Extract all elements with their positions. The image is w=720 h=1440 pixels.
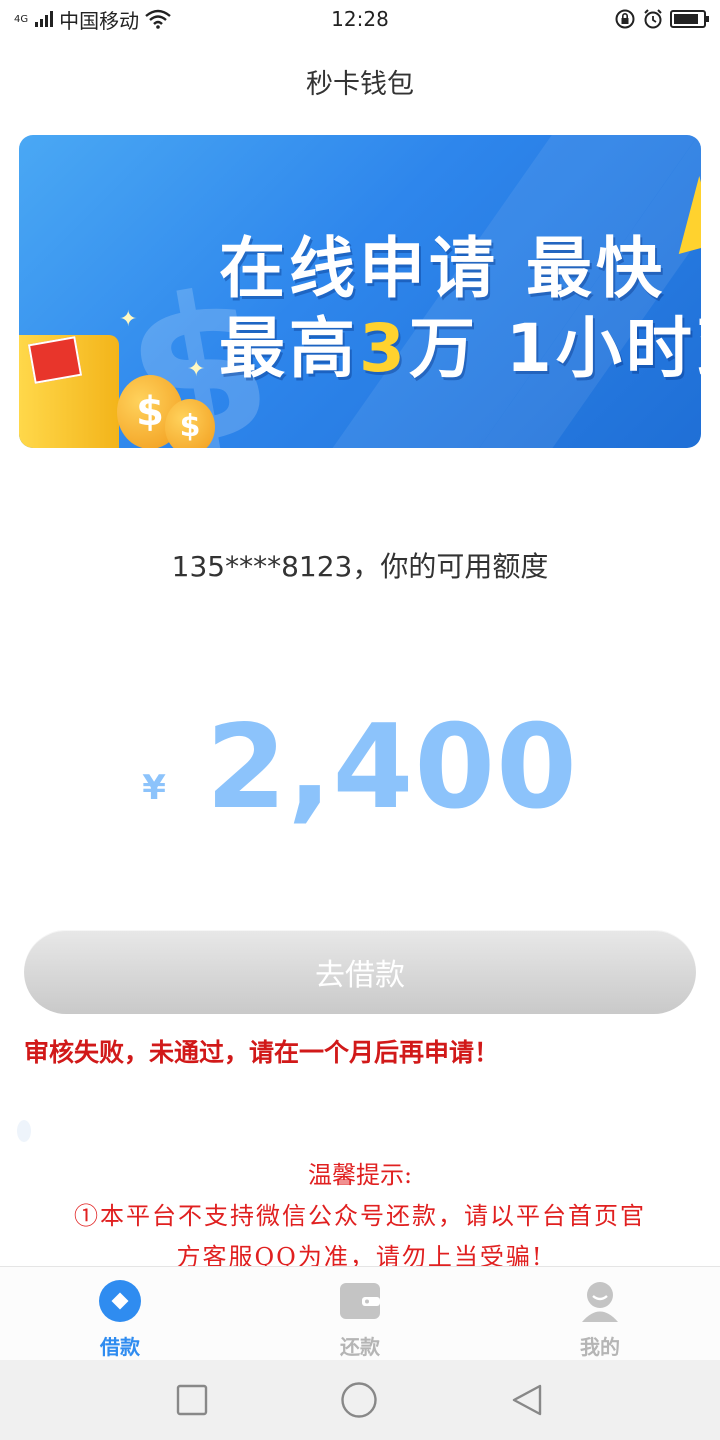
promo-banner[interactable]: $ ✦ ✦ 在线申请 最快 最高3万 1小时到 $ $ xyxy=(19,135,701,448)
status-left: 4G 中国移动 xyxy=(14,5,171,34)
sparkle-icon: ✦ xyxy=(187,357,206,382)
currency-symbol: ¥ xyxy=(142,768,166,808)
tab-label: 我的 xyxy=(580,1335,620,1359)
credit-amount: 2,400 xyxy=(205,700,578,835)
credit-amount-row: ¥ 2,400 xyxy=(0,700,720,835)
notice-box: 温馨提示: ①本平台不支持微信公众号还款，请以平台首页官 方客服QQ为准，请勿上… xyxy=(0,1155,720,1272)
banner-headline-2: 最高3万 1小时到 xyxy=(219,310,701,387)
home-icon[interactable] xyxy=(340,1381,378,1419)
credit-message: 135****8123，你的可用额度 xyxy=(171,550,549,583)
system-nav-bar xyxy=(0,1360,720,1440)
red-envelope-icon xyxy=(27,336,83,384)
alarm-icon xyxy=(644,9,662,29)
wallet-icon xyxy=(338,1279,382,1323)
recent-apps-icon[interactable] xyxy=(176,1384,208,1416)
money-bag-icon: $ xyxy=(165,399,215,448)
borrow-button[interactable]: 去借款 xyxy=(24,930,696,1014)
tab-borrow[interactable]: 借款 xyxy=(0,1267,240,1360)
status-right xyxy=(614,8,709,30)
borrow-icon xyxy=(98,1279,142,1323)
banner-highlight: 3 xyxy=(359,310,409,387)
battery-icon xyxy=(670,10,709,28)
status-bar: 4G 中国移动 12:28 xyxy=(0,0,720,38)
tab-label: 还款 xyxy=(340,1335,380,1359)
rotation-lock-icon xyxy=(615,9,635,29)
review-failed-message: 审核失败，未通过，请在一个月后再申请！ xyxy=(24,1038,500,1067)
signal-icon xyxy=(35,11,54,27)
notice-title: 温馨提示: xyxy=(307,1161,413,1189)
tab-mine[interactable]: 我的 xyxy=(480,1267,720,1360)
wifi-icon xyxy=(145,9,171,29)
tab-bar: 借款 还款 我的 xyxy=(0,1266,720,1360)
network-type: 4G xyxy=(14,13,29,25)
page-title: 秒卡钱包 xyxy=(306,69,414,100)
notice-line-1: ①本平台不支持微信公众号还款，请以平台首页官 xyxy=(74,1202,646,1230)
tab-label: 借款 xyxy=(100,1335,140,1359)
carrier-name: 中国移动 xyxy=(59,8,140,33)
back-icon[interactable] xyxy=(510,1383,544,1417)
user-icon xyxy=(578,1279,622,1323)
tab-repay[interactable]: 还款 xyxy=(240,1267,480,1360)
decorative-dot xyxy=(17,1120,31,1142)
sparkle-icon: ✦ xyxy=(119,307,138,332)
